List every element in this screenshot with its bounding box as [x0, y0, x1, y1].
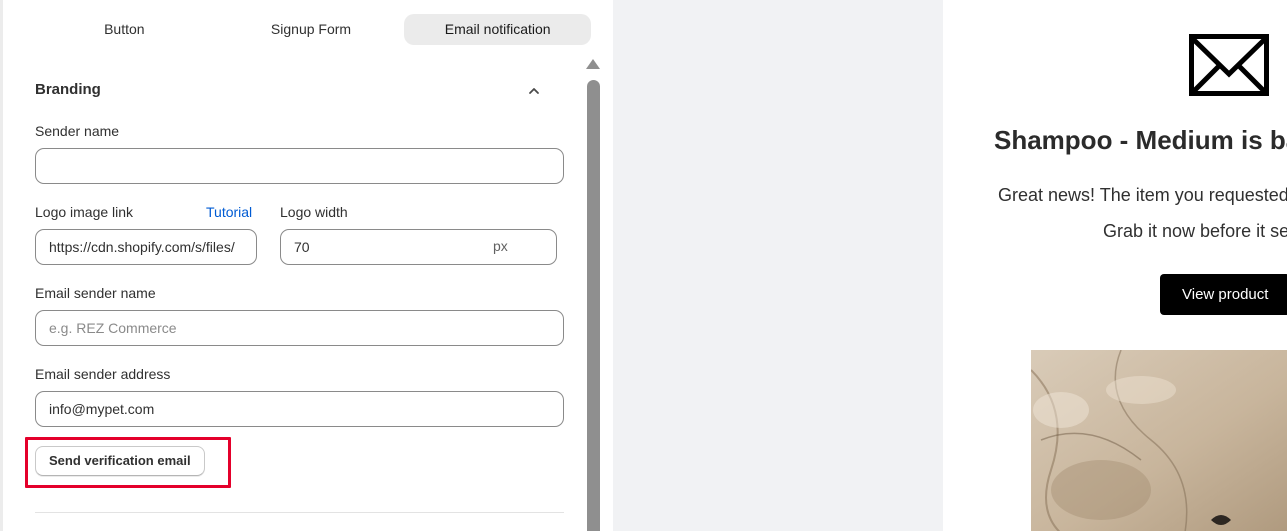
settings-panel: Button Signup Form Email notification Br… — [0, 0, 613, 531]
tab-bar: Button Signup Form Email notification — [31, 14, 592, 45]
branding-section-title: Branding — [35, 81, 101, 98]
logo-image-link-input[interactable]: https://cdn.shopify.com/s/files/ — [35, 229, 257, 265]
logo-width-input[interactable]: 70 — [280, 229, 557, 265]
tab-signup-form[interactable]: Signup Form — [218, 14, 405, 45]
envelope-icon — [1189, 34, 1269, 96]
email-preview: Shampoo - Medium is back in stock Great … — [943, 0, 1287, 531]
logo-width-label: Logo width — [280, 204, 348, 220]
sender-name-label: Sender name — [35, 123, 120, 139]
scrollbar-thumb[interactable] — [587, 80, 600, 531]
section-divider — [35, 512, 564, 513]
email-sender-name-input[interactable]: e.g. REZ Commerce — [35, 310, 564, 346]
tutorial-link[interactable]: Tutorial — [206, 204, 252, 220]
email-sender-name-label: Email sender name — [35, 285, 156, 301]
chevron-up-icon[interactable] — [525, 82, 543, 100]
view-product-button[interactable]: View product — [1160, 274, 1287, 315]
logo-width-suffix: px — [493, 238, 508, 254]
logo-image-link-label: Logo image link — [35, 204, 134, 220]
sender-name-input[interactable] — [35, 148, 564, 184]
scroll-up-arrow-icon[interactable] — [586, 59, 600, 69]
preview-background — [613, 0, 943, 531]
email-title: Shampoo - Medium is back in stock — [994, 125, 1287, 155]
email-body-line-1: Great news! The item you requested is ba… — [998, 185, 1287, 205]
product-image — [1031, 350, 1287, 531]
email-sender-address-label: Email sender address — [35, 366, 171, 382]
send-verification-email-button[interactable]: Send verification email — [35, 446, 205, 476]
email-sender-address-input[interactable]: info@mypet.com — [35, 391, 564, 427]
email-body-line-2: Grab it now before it sells out — [1103, 221, 1287, 241]
tab-email-notification[interactable]: Email notification — [404, 14, 592, 45]
tab-button[interactable]: Button — [31, 14, 218, 45]
